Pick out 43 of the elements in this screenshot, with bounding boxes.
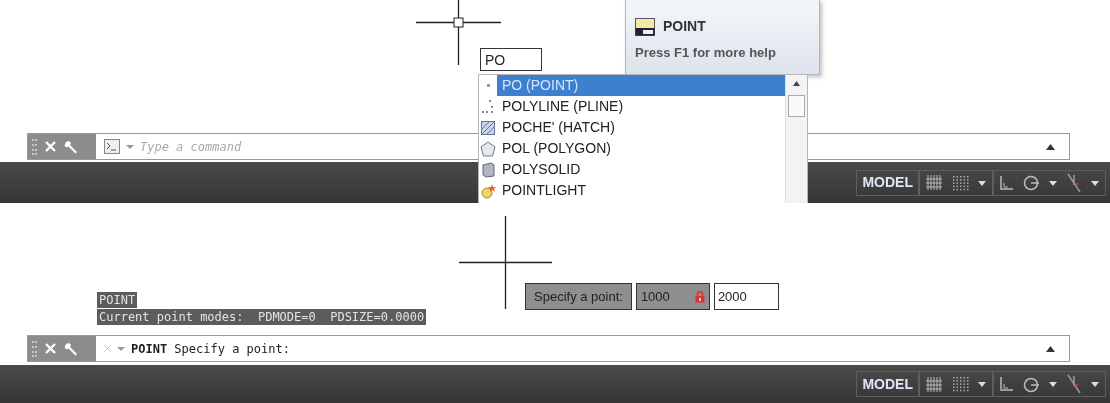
polar-tracking-icon[interactable] xyxy=(1023,375,1040,393)
grid-icon[interactable] xyxy=(925,375,943,393)
scrollbar[interactable] xyxy=(785,75,807,203)
caret-icon[interactable] xyxy=(1090,380,1100,388)
wrench-icon[interactable] xyxy=(64,340,80,357)
grid-icon[interactable] xyxy=(925,174,943,191)
caret-icon[interactable] xyxy=(977,380,987,388)
caret-icon[interactable] xyxy=(977,178,987,187)
ortho-icon[interactable] xyxy=(999,174,1015,191)
cursor-input-field[interactable]: PO xyxy=(480,48,542,71)
caret-icon[interactable] xyxy=(1048,178,1058,187)
grip-icon[interactable] xyxy=(32,339,37,358)
suggestion-item[interactable]: POL (POLYGON) xyxy=(479,138,785,159)
wrench-icon[interactable] xyxy=(64,138,80,155)
snap-grid-icon[interactable] xyxy=(951,173,969,192)
polyline-icon xyxy=(480,98,496,115)
y-coordinate-field[interactable]: 2000 xyxy=(713,283,779,310)
caret-icon[interactable] xyxy=(1048,380,1058,388)
scroll-up-icon[interactable] xyxy=(793,81,800,86)
command-icon xyxy=(635,17,655,36)
caret-icon[interactable] xyxy=(1090,178,1100,187)
grip-icon[interactable] xyxy=(32,137,37,156)
ortho-icon[interactable] xyxy=(999,376,1015,392)
suggestion-item[interactable]: POLYSOLID xyxy=(479,159,785,180)
command-prompt-text: POINT Specify a point: xyxy=(131,340,290,358)
hatch-icon xyxy=(480,119,496,136)
suggestion-item[interactable]: POINTLIGHT xyxy=(479,180,785,201)
dynamic-prompt: Specify a point: xyxy=(525,283,632,310)
point-icon xyxy=(486,84,490,87)
scroll-up-icon[interactable] xyxy=(1046,345,1055,352)
scroll-up-icon[interactable] xyxy=(1046,143,1055,150)
light-icon xyxy=(480,182,496,199)
isometric-icon[interactable] xyxy=(1066,374,1082,394)
tooltip-title: POINT xyxy=(663,17,706,36)
polygon-icon xyxy=(480,140,496,157)
polar-tracking-icon[interactable] xyxy=(1023,174,1040,191)
isometric-icon[interactable] xyxy=(1066,172,1082,193)
scrollbar-thumb[interactable] xyxy=(788,95,805,117)
suggestion-item[interactable]: POLYLINE (PLINE) xyxy=(479,96,785,117)
tooltip-hint: Press F1 for more help xyxy=(635,44,777,62)
x-coordinate-field[interactable]: 1000 xyxy=(635,283,710,310)
snap-grid-icon[interactable] xyxy=(951,375,969,393)
prompt-icon[interactable] xyxy=(104,139,120,154)
